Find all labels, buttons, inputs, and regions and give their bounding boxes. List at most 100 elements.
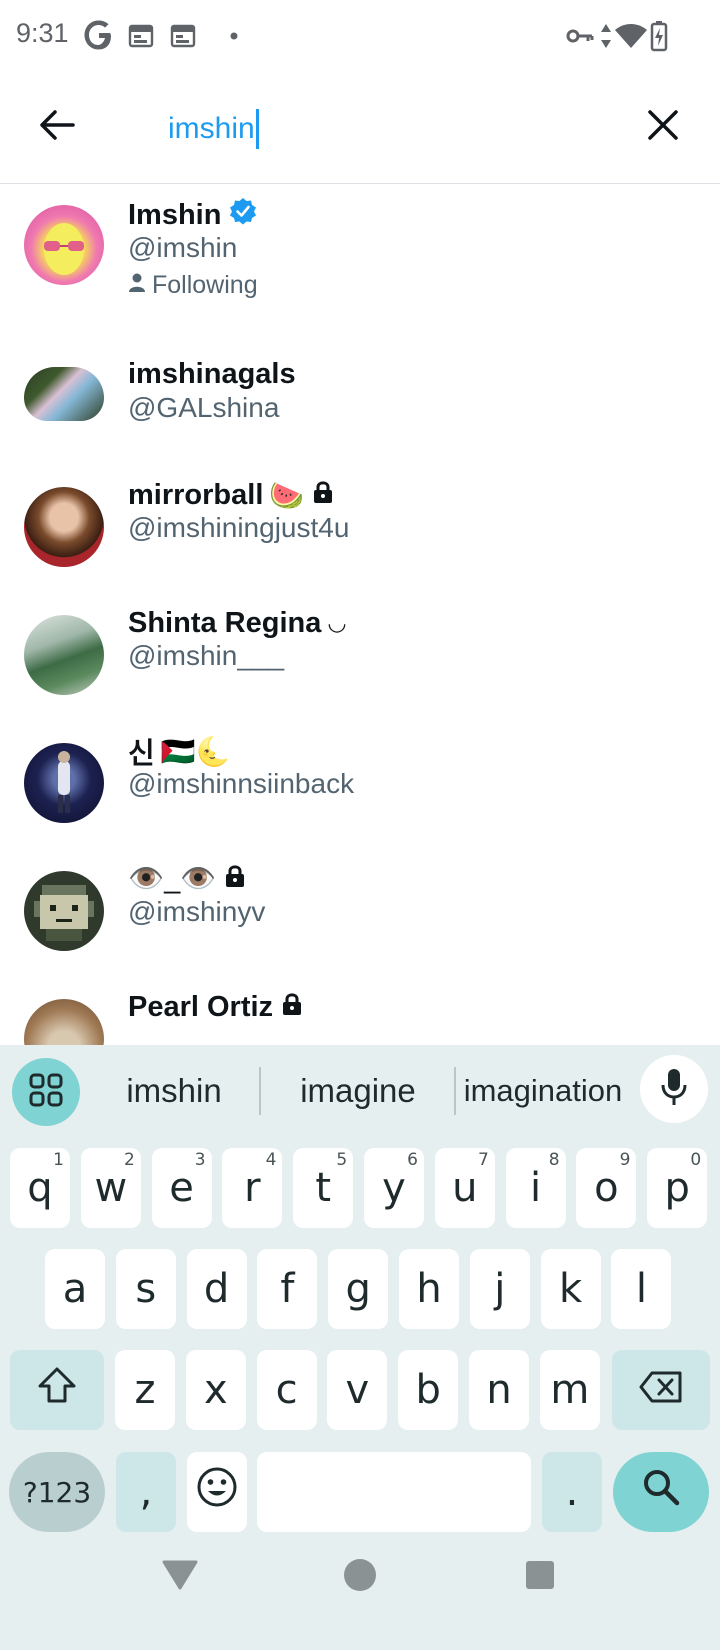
status-time: 9:31 bbox=[16, 18, 69, 48]
key-r[interactable]: r4 bbox=[222, 1148, 283, 1228]
recents-square-icon[interactable] bbox=[525, 1560, 555, 1595]
result-name-emoji: 🇵🇸🌜 bbox=[160, 735, 231, 767]
dot-icon bbox=[230, 32, 238, 40]
key-t[interactable]: t5 bbox=[293, 1148, 354, 1228]
result-name-emoji: ◡ bbox=[327, 610, 347, 635]
key-h[interactable]: h bbox=[399, 1249, 459, 1329]
text-caret bbox=[255, 109, 259, 149]
status-bar: 9:31 bbox=[0, 0, 720, 74]
suggestion-1[interactable]: imshin bbox=[92, 1063, 256, 1119]
data-arrows-icon bbox=[600, 22, 612, 50]
result-handle: @GALshina bbox=[128, 392, 280, 423]
vpn-key-icon bbox=[566, 26, 594, 46]
key-label: t bbox=[315, 1165, 332, 1211]
person-icon bbox=[128, 271, 146, 300]
key-u[interactable]: u7 bbox=[434, 1148, 495, 1228]
suggestion-3[interactable]: imagination bbox=[460, 1063, 626, 1119]
search-input[interactable]: imshin bbox=[168, 104, 588, 154]
avatar bbox=[24, 743, 104, 823]
key-c[interactable]: c bbox=[256, 1350, 317, 1430]
key-i[interactable]: i8 bbox=[505, 1148, 566, 1228]
result-handle: @imshinnsiinback bbox=[128, 768, 355, 799]
key-k[interactable]: k bbox=[540, 1249, 601, 1329]
suggestion-2[interactable]: imagine bbox=[268, 1063, 448, 1119]
result-item[interactable]: Imshin @imshin Following bbox=[0, 185, 720, 355]
home-circle-icon[interactable] bbox=[343, 1558, 377, 1597]
result-name: Shinta Regina bbox=[128, 606, 322, 639]
key-label: q bbox=[27, 1165, 53, 1211]
key-hint: 6 bbox=[407, 1150, 418, 1170]
result-handle: @imshinyv bbox=[128, 896, 266, 927]
key-hint: 3 bbox=[194, 1150, 206, 1170]
wifi-icon bbox=[614, 22, 648, 50]
result-name: 👁️_👁️ bbox=[128, 863, 217, 895]
result-handle: @imshiningjust4u bbox=[128, 512, 350, 543]
result-item[interactable]: imshinagals @GALshina bbox=[0, 355, 720, 483]
verified-badge-icon bbox=[229, 197, 257, 233]
result-name: 신 bbox=[128, 738, 155, 770]
key-f[interactable]: f bbox=[257, 1249, 318, 1329]
clear-search-button[interactable] bbox=[636, 100, 690, 154]
key-d[interactable]: d bbox=[186, 1249, 247, 1329]
following-indicator: Following bbox=[128, 271, 258, 300]
key-label: y bbox=[382, 1165, 406, 1211]
close-icon bbox=[647, 109, 679, 146]
key-o[interactable]: o9 bbox=[576, 1148, 637, 1228]
key-label: w bbox=[94, 1165, 128, 1211]
result-item[interactable]: mirrorball 🍉 @imshiningjust4u bbox=[0, 475, 720, 603]
result-item[interactable]: Shinta Regina ◡ @imshin___ bbox=[0, 603, 720, 731]
key-s[interactable]: s bbox=[115, 1249, 176, 1329]
suggestion-divider bbox=[259, 1067, 261, 1115]
voice-input-button[interactable] bbox=[640, 1055, 708, 1123]
key-label: p bbox=[664, 1165, 690, 1211]
result-name: imshinagals bbox=[128, 357, 296, 390]
key-j[interactable]: j bbox=[469, 1249, 530, 1329]
key-b[interactable]: b bbox=[398, 1350, 459, 1430]
backspace-key[interactable] bbox=[612, 1350, 710, 1430]
result-name: mirrorball bbox=[128, 478, 264, 511]
result-name: Imshin bbox=[128, 198, 222, 231]
lock-icon bbox=[281, 991, 303, 1024]
avatar bbox=[24, 999, 104, 1045]
key-hint: 4 bbox=[265, 1150, 277, 1170]
microphone-icon bbox=[659, 1067, 689, 1112]
google-icon bbox=[84, 19, 114, 51]
key-p[interactable]: p0 bbox=[647, 1148, 708, 1228]
key-w[interactable]: w2 bbox=[80, 1148, 141, 1228]
key-l[interactable]: l bbox=[611, 1249, 672, 1329]
search-header: imshin bbox=[0, 74, 720, 184]
key-y[interactable]: y6 bbox=[364, 1148, 424, 1228]
avatar bbox=[24, 871, 104, 951]
result-item[interactable]: 신 🇵🇸🌜 @imshinnsiinback bbox=[0, 731, 720, 859]
back-button[interactable] bbox=[30, 100, 84, 154]
lock-icon bbox=[224, 863, 246, 896]
result-item[interactable]: Pearl Ortiz bbox=[0, 987, 720, 1045]
key-g[interactable]: g bbox=[328, 1249, 389, 1329]
avatar bbox=[24, 205, 104, 285]
key-m[interactable]: m bbox=[539, 1350, 600, 1430]
result-item[interactable]: 👁️_👁️ @imshinyv bbox=[0, 859, 720, 987]
avatar bbox=[24, 615, 104, 695]
key-e[interactable]: e3 bbox=[151, 1148, 212, 1228]
suggestion-divider bbox=[454, 1067, 456, 1115]
key-z[interactable]: z bbox=[115, 1350, 175, 1430]
shift-key[interactable] bbox=[10, 1350, 104, 1430]
lock-icon bbox=[312, 479, 334, 512]
key-label: e bbox=[169, 1165, 194, 1211]
result-handle: @imshin___ bbox=[128, 640, 285, 671]
on-screen-keyboard: imshin imagine imagination q1w2e3r4t5y6u… bbox=[0, 1045, 720, 1650]
apps-grid-icon bbox=[29, 1073, 63, 1112]
key-hint: 8 bbox=[548, 1150, 560, 1170]
key-hint: 2 bbox=[123, 1150, 135, 1170]
suggestion-bar: imshin imagine imagination bbox=[0, 1045, 720, 1137]
following-label: Following bbox=[152, 271, 258, 299]
keyboard-apps-button[interactable] bbox=[12, 1058, 80, 1126]
back-triangle-icon[interactable] bbox=[162, 1560, 198, 1595]
backspace-icon bbox=[639, 1367, 683, 1413]
key-q[interactable]: q1 bbox=[10, 1148, 70, 1228]
key-a[interactable]: a bbox=[45, 1249, 105, 1329]
search-query: imshin bbox=[168, 112, 255, 145]
key-x[interactable]: x bbox=[185, 1350, 246, 1430]
key-n[interactable]: n bbox=[469, 1350, 529, 1430]
key-v[interactable]: v bbox=[327, 1350, 388, 1430]
